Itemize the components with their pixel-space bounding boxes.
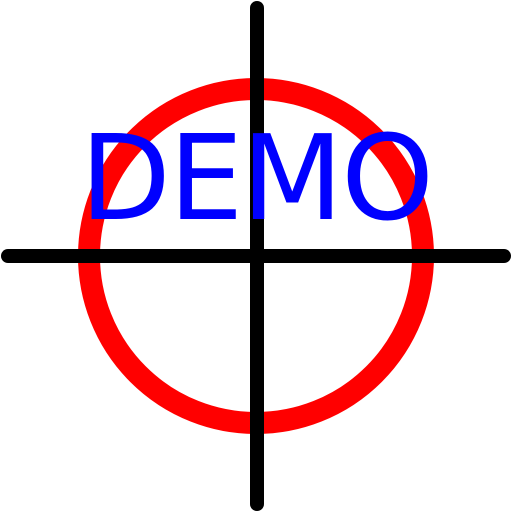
- crosshair-target-icon: [1, 1, 511, 511]
- demo-watermark-label: DEMO: [79, 109, 434, 247]
- crosshair-demo-image: DEMO: [0, 0, 512, 512]
